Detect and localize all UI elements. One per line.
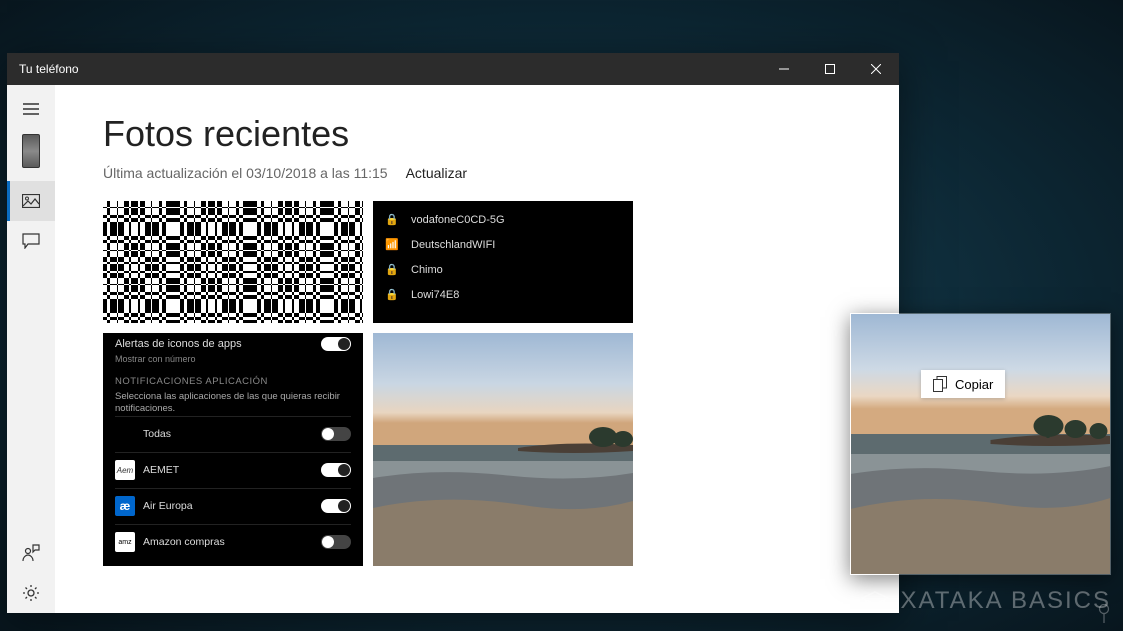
image-icon — [22, 194, 40, 208]
wifi-name: Lowi74E8 — [411, 289, 459, 301]
refresh-link[interactable]: Actualizar — [406, 165, 467, 181]
hamburger-menu[interactable] — [7, 89, 55, 129]
toggle-icon — [321, 427, 351, 441]
wifi-lock-icon: 🔒 — [385, 263, 399, 276]
photo-tile-settings[interactable]: Alertas de iconos de apps Mostrar con nú… — [103, 333, 363, 566]
phone-device-icon[interactable] — [7, 129, 55, 173]
sidebar-item-photos[interactable] — [7, 181, 55, 221]
chat-icon — [22, 233, 40, 249]
photo-tile-wifi[interactable]: 🔒 vodafoneC0CD-5G 📶 DeutschlandWIFI 🔒 Chimo… — [373, 201, 633, 323]
page-title: Fotos recientes — [103, 113, 851, 155]
sidebar — [7, 85, 55, 613]
photo-tile-beach[interactable] — [373, 333, 633, 566]
wifi-name: DeutschlandWIFI — [411, 239, 495, 251]
copy-icon — [933, 376, 947, 392]
wifi-lock-icon: 🔒 — [385, 213, 399, 226]
photo-grid: 🔒 vodafoneC0CD-5G 📶 DeutschlandWIFI 🔒 Chimo… — [103, 201, 851, 566]
gear-icon — [22, 584, 40, 602]
wifi-name: vodafoneC0CD-5G — [411, 214, 505, 226]
watermark: XATAKA BASICS — [860, 587, 1111, 615]
app-name: Todas — [143, 428, 313, 440]
wifi-icon: 📶 — [385, 238, 399, 251]
dragged-photo-thumbnail[interactable]: Copiar — [850, 313, 1111, 575]
app-name: Amazon compras — [143, 536, 313, 548]
app-icon: Aem — [115, 460, 135, 480]
pin-icon — [1097, 604, 1111, 627]
sidebar-item-messages[interactable] — [7, 221, 55, 261]
app-window: Tu teléfono — [7, 53, 899, 613]
person-feedback-icon — [22, 544, 40, 562]
main-content: Fotos recientes Última actualización el … — [55, 85, 899, 613]
toggle-icon — [321, 337, 351, 351]
app-name: AEMET — [143, 464, 313, 476]
app-icon: æ — [115, 496, 135, 516]
app-name: Air Europa — [143, 500, 313, 512]
maximize-button[interactable] — [807, 53, 853, 85]
sidebar-item-feedback[interactable] — [7, 533, 55, 573]
photo-tile-qr[interactable] — [103, 201, 363, 323]
graduation-cap-icon — [860, 590, 890, 612]
settings-alert-sub: Mostrar con número — [115, 354, 351, 364]
wifi-lock-icon: 🔒 — [385, 288, 399, 301]
wifi-name: Chimo — [411, 264, 443, 276]
settings-alert-title: Alertas de iconos de apps — [115, 338, 242, 350]
copy-label: Copiar — [955, 377, 993, 392]
sidebar-item-settings[interactable] — [7, 573, 55, 613]
last-update-text: Última actualización el 03/10/2018 a las… — [103, 165, 388, 181]
window-title: Tu teléfono — [7, 62, 761, 76]
toggle-icon — [321, 499, 351, 513]
close-button[interactable] — [853, 53, 899, 85]
toggle-icon — [321, 535, 351, 549]
watermark-text: XATAKA BASICS — [900, 587, 1111, 615]
toggle-icon — [321, 463, 351, 477]
settings-section-header: NOTIFICACIONES APLICACIÓN — [115, 376, 351, 387]
settings-desc: Selecciona las aplicaciones de las que q… — [115, 391, 351, 416]
minimize-button[interactable] — [761, 53, 807, 85]
app-icon: amz — [115, 532, 135, 552]
copy-button[interactable]: Copiar — [921, 370, 1005, 398]
titlebar[interactable]: Tu teléfono — [7, 53, 899, 85]
